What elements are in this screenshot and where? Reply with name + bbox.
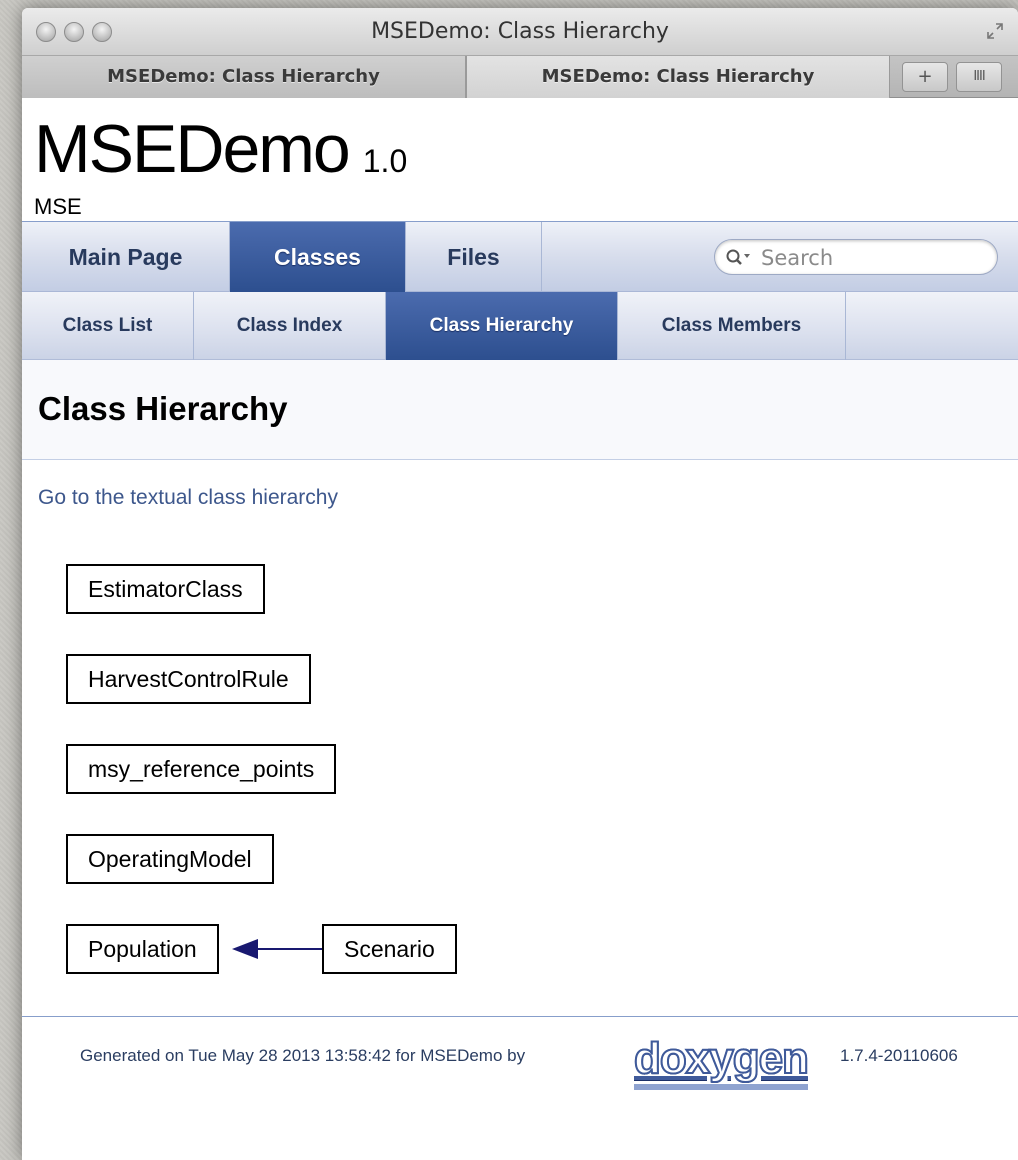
tab-bar: MSEDemo: Class Hierarchy MSEDemo: Class … bbox=[22, 56, 1018, 98]
page-title: Class Hierarchy bbox=[38, 390, 288, 427]
nav-files[interactable]: Files bbox=[406, 222, 542, 292]
nav-main-page[interactable]: Main Page bbox=[22, 222, 230, 292]
tab-overview-icon: IIII bbox=[973, 69, 985, 84]
window-title: MSEDemo: Class Hierarchy bbox=[371, 19, 669, 44]
browser-tab[interactable]: MSEDemo: Class Hierarchy bbox=[22, 56, 466, 98]
textual-hierarchy-link[interactable]: Go to the textual class hierarchy bbox=[38, 486, 338, 510]
inheritance-arrowhead-icon bbox=[232, 939, 258, 959]
show-all-tabs-button[interactable]: IIII bbox=[956, 62, 1002, 92]
browser-tab-label: MSEDemo: Class Hierarchy bbox=[541, 66, 815, 87]
page-title-area: Class Hierarchy bbox=[22, 360, 1018, 460]
browser-tab-label: MSEDemo: Class Hierarchy bbox=[107, 66, 380, 87]
footer-divider bbox=[22, 1016, 1018, 1017]
tab-class-index[interactable]: Class Index bbox=[194, 292, 386, 360]
title-bar[interactable]: MSEDemo: Class Hierarchy bbox=[22, 8, 1018, 56]
class-node-scenario[interactable]: Scenario bbox=[322, 924, 457, 974]
project-name: MSEDemo 1.0 bbox=[34, 110, 407, 188]
footer-version: 1.7.4-20110606 bbox=[840, 1046, 958, 1065]
plus-icon: + bbox=[917, 66, 933, 87]
class-node-msy-reference-points[interactable]: msy_reference_points bbox=[66, 744, 337, 794]
footer: Generated on Tue May 28 2013 13:58:42 fo… bbox=[22, 1032, 1018, 1092]
project-brief: MSE bbox=[34, 194, 82, 219]
project-name-text: MSEDemo bbox=[34, 111, 351, 187]
project-number: 1.0 bbox=[362, 143, 408, 179]
browser-tab-active[interactable]: MSEDemo: Class Hierarchy bbox=[466, 56, 890, 98]
nav-classes[interactable]: Classes bbox=[230, 222, 406, 292]
new-tab-button[interactable]: + bbox=[902, 62, 948, 92]
class-node-population[interactable]: Population bbox=[66, 924, 219, 974]
doxygen-logo[interactable]: doxygen bbox=[633, 1033, 810, 1090]
browser-window: MSEDemo: Class Hierarchy MSEDemo: Class … bbox=[22, 8, 1018, 1160]
project-header: MSEDemo 1.0 MSE bbox=[22, 98, 1018, 222]
class-node-estimatorclass[interactable]: EstimatorClass bbox=[66, 564, 265, 614]
class-node-harvestcontrolrule[interactable]: HarvestControlRule bbox=[66, 654, 311, 704]
tab-class-list[interactable]: Class List bbox=[22, 292, 194, 360]
class-node-operatingmodel[interactable]: OperatingModel bbox=[66, 834, 274, 884]
footer-generated-text: Generated on Tue May 28 2013 13:58:42 fo… bbox=[80, 1046, 526, 1065]
main-nav: Main Page Classes Files bbox=[22, 222, 1018, 292]
tab-class-hierarchy[interactable]: Class Hierarchy bbox=[386, 292, 618, 360]
search-input[interactable] bbox=[761, 244, 991, 272]
tab-class-members[interactable]: Class Members bbox=[618, 292, 846, 360]
sub-nav: Class List Class Index Class Hierarchy C… bbox=[22, 292, 1018, 360]
search-icon[interactable] bbox=[725, 248, 753, 268]
search-box[interactable] bbox=[714, 239, 998, 275]
fullscreen-icon[interactable] bbox=[986, 22, 1004, 40]
